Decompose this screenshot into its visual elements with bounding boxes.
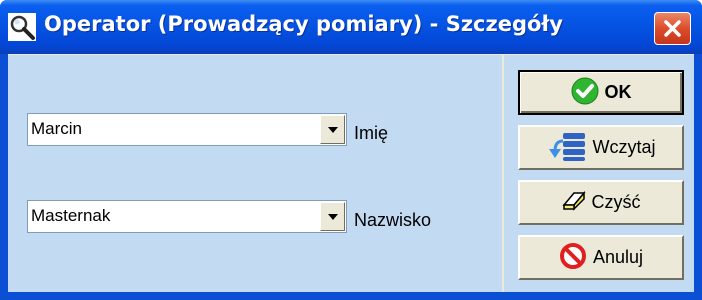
last-name-combo[interactable]: Masternak bbox=[27, 200, 347, 233]
first-name-value: Marcin bbox=[31, 119, 83, 138]
cancel-icon bbox=[559, 242, 587, 274]
ok-button-label: OK bbox=[604, 82, 632, 102]
ok-button[interactable]: OK bbox=[518, 70, 684, 115]
cancel-button-label: Anuluj bbox=[592, 247, 644, 267]
cancel-button[interactable]: Anuluj bbox=[518, 235, 684, 280]
last-name-label: Nazwisko bbox=[354, 210, 432, 230]
chevron-down-icon bbox=[328, 214, 338, 220]
last-name-dropdown-button[interactable] bbox=[320, 202, 345, 231]
buttons-panel: OK Wczytaj Czyść Anuluj bbox=[504, 55, 694, 292]
check-icon bbox=[571, 77, 599, 109]
first-name-dropdown-button[interactable] bbox=[320, 115, 345, 144]
fields-panel: Marcin Imię Masternak Nazwisko bbox=[8, 55, 502, 292]
close-button[interactable] bbox=[654, 12, 691, 45]
load-button-label: Wczytaj bbox=[592, 137, 656, 157]
magnifier-icon bbox=[8, 13, 36, 41]
window-title: Operator (Prowadzący pomiary) - Szczegół… bbox=[44, 12, 563, 36]
clear-button-label: Czyść bbox=[591, 192, 641, 212]
dialog-client-area: Marcin Imię Masternak Nazwisko OK Wczyta… bbox=[8, 54, 694, 292]
chevron-down-icon bbox=[328, 127, 338, 133]
load-list-icon bbox=[547, 131, 587, 165]
first-name-label: Imię bbox=[354, 123, 389, 143]
clear-button[interactable]: Czyść bbox=[518, 180, 684, 225]
close-icon bbox=[664, 20, 681, 37]
load-button[interactable]: Wczytaj bbox=[518, 125, 684, 170]
last-name-value: Masternak bbox=[31, 206, 111, 225]
dialog-window: Operator (Prowadzący pomiary) - Szczegół… bbox=[0, 0, 702, 300]
first-name-combo[interactable]: Marcin bbox=[27, 113, 347, 146]
eraser-icon bbox=[561, 190, 586, 215]
title-bar[interactable]: Operator (Prowadzący pomiary) - Szczegół… bbox=[0, 0, 702, 54]
